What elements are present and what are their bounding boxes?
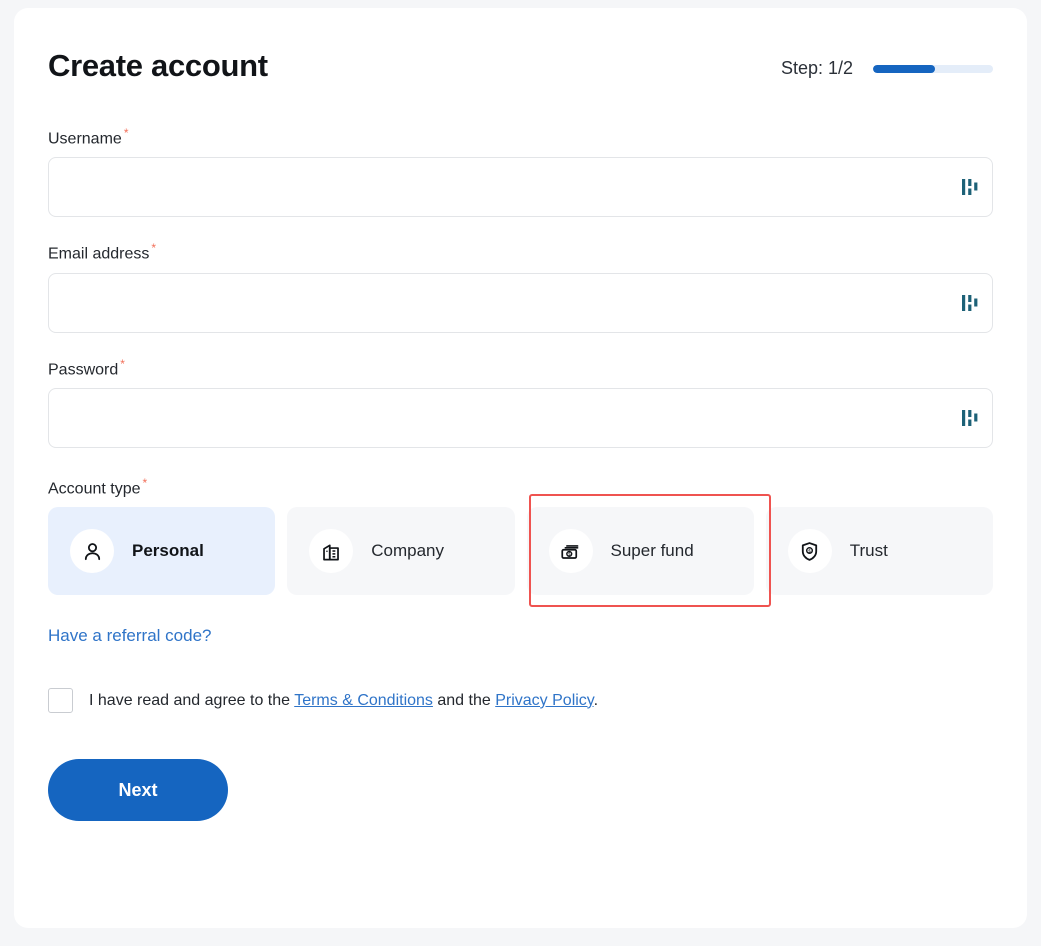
account-type-option-personal[interactable]: Personal [48, 507, 276, 596]
email-input-shell[interactable] [48, 272, 993, 333]
building-icon [309, 529, 354, 574]
required-asterisk: * [142, 475, 148, 490]
account-type-label-text: Account type [48, 480, 141, 498]
account-type-label-super-fund: Super fund [610, 541, 694, 561]
account-type-option-trust[interactable]: $ Trust [765, 507, 993, 596]
shield-dollar-icon: $ [787, 529, 832, 574]
email-label: Email address * [48, 241, 993, 263]
step-indicator: Step: 1/2 [781, 58, 993, 79]
account-type-option-company[interactable]: Company [287, 507, 515, 596]
account-type-label-trust: Trust [849, 541, 888, 561]
terms-text-middle: and the [437, 691, 491, 709]
terms-agreement-row: I have read and agree to the Terms & Con… [48, 688, 993, 714]
field-password: Password * [48, 357, 993, 448]
progress-bar [873, 64, 993, 73]
username-input[interactable] [49, 158, 992, 217]
account-type-option-super-fund[interactable]: $ Super fund [526, 507, 754, 596]
account-type-label: Account type * [48, 476, 993, 498]
username-label: Username * [48, 126, 993, 148]
svg-text:$: $ [808, 548, 811, 554]
privacy-policy-link[interactable]: Privacy Policy [495, 692, 593, 709]
account-type-label-personal: Personal [132, 541, 204, 561]
username-label-text: Username [48, 130, 122, 148]
card-header: Create account Step: 1/2 [48, 44, 993, 102]
required-asterisk: * [123, 126, 129, 140]
password-input-shell[interactable] [48, 387, 993, 448]
email-label-text: Email address [48, 245, 150, 263]
step-label: Step: 1/2 [780, 58, 853, 78]
password-label-text: Password [48, 360, 119, 378]
next-button[interactable]: Next [48, 759, 228, 822]
page-title: Create account [48, 48, 268, 83]
password-input[interactable] [49, 388, 992, 447]
person-icon [70, 529, 114, 574]
terms-text: I have read and agree to the Terms & Con… [89, 692, 598, 710]
referral-code-link[interactable]: Have a referral code? [48, 626, 211, 646]
account-type-options: Personal Company $ Super fund $ Trust [48, 494, 993, 608]
terms-conditions-link[interactable]: Terms & Conditions [294, 692, 433, 709]
field-email: Email address * [48, 241, 993, 333]
terms-checkbox[interactable] [48, 688, 73, 714]
password-label: Password * [48, 357, 993, 379]
money-stack-icon: $ [548, 529, 593, 574]
progress-bar-fill [873, 64, 936, 73]
terms-text-after: . [593, 691, 599, 709]
signup-card-content: Create account Step: 1/2 Username * Emai… [48, 44, 993, 822]
page-root: Create account Step: 1/2 Username * Emai… [0, 0, 1041, 946]
username-input-shell[interactable] [48, 157, 993, 218]
required-asterisk: * [151, 241, 157, 256]
account-type-label-company: Company [371, 541, 445, 561]
required-asterisk: * [120, 356, 125, 371]
field-account-type: Account type * Personal Company $ Super … [48, 476, 993, 608]
field-username: Username * [48, 126, 993, 218]
signup-card: Create account Step: 1/2 Username * Emai… [14, 8, 1027, 928]
terms-text-before: I have read and agree to the [89, 691, 291, 709]
email-input[interactable] [49, 273, 992, 332]
